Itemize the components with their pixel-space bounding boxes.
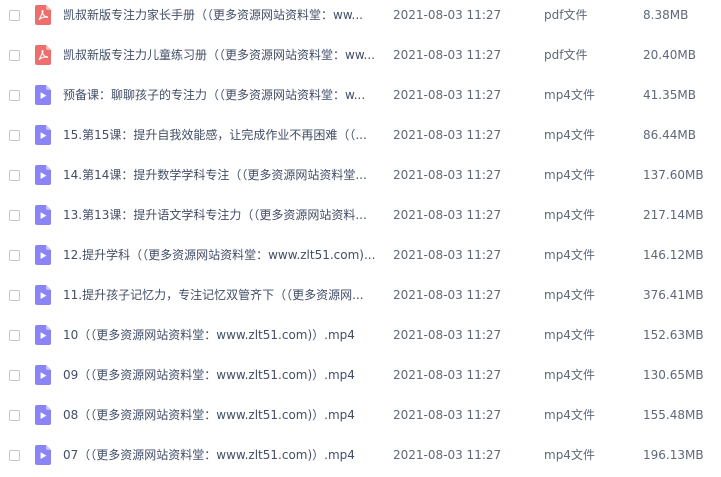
file-row[interactable]: 凯叔新版专注力家长手册（（更多资源网站资料堂：ww... 2021-08-03 … bbox=[0, 0, 721, 37]
video-icon bbox=[35, 245, 51, 265]
file-row[interactable]: 10（（更多资源网站资料堂：www.zlt51.com)）.mp4 2021-0… bbox=[0, 317, 721, 357]
file-type: mp4文件 bbox=[544, 368, 595, 382]
row-checkbox[interactable] bbox=[9, 50, 20, 61]
file-name[interactable]: 09（（更多资源网站资料堂：www.zlt51.com)）.mp4 bbox=[63, 367, 378, 383]
file-date: 2021-08-03 11:27 bbox=[393, 48, 502, 62]
pdf-icon bbox=[35, 5, 51, 25]
row-checkbox[interactable] bbox=[9, 130, 20, 141]
file-size: 376.41MB bbox=[643, 288, 704, 302]
file-name[interactable]: 15.第15课：提升自我效能感，让完成作业不再困难（（... bbox=[63, 127, 378, 143]
video-icon bbox=[35, 325, 51, 345]
file-date: 2021-08-03 11:27 bbox=[393, 448, 502, 462]
file-size: 146.12MB bbox=[643, 248, 704, 262]
row-checkbox[interactable] bbox=[9, 450, 20, 461]
file-date: 2021-08-03 11:27 bbox=[393, 408, 502, 422]
file-name[interactable]: 08（（更多资源网站资料堂：www.zlt51.com)）.mp4 bbox=[63, 407, 378, 423]
file-name[interactable]: 凯叔新版专注力家长手册（（更多资源网站资料堂：ww... bbox=[63, 7, 378, 23]
file-size: 20.40MB bbox=[643, 48, 696, 62]
file-type: mp4文件 bbox=[544, 248, 595, 262]
video-icon bbox=[35, 125, 51, 145]
file-row[interactable]: 11.提升孩子记忆力，专注记忆双管齐下（（更多资源网... 2021-08-03… bbox=[0, 277, 721, 317]
file-size: 217.14MB bbox=[643, 208, 704, 222]
file-date: 2021-08-03 11:27 bbox=[393, 328, 502, 342]
video-icon bbox=[35, 405, 51, 425]
file-list: 凯叔新版专注力家长手册（（更多资源网站资料堂：ww... 2021-08-03 … bbox=[0, 0, 721, 470]
file-date: 2021-08-03 11:27 bbox=[393, 248, 502, 262]
video-icon bbox=[35, 285, 51, 305]
file-size: 155.48MB bbox=[643, 408, 704, 422]
file-type: pdf文件 bbox=[544, 48, 588, 62]
row-checkbox[interactable] bbox=[9, 290, 20, 301]
file-row[interactable]: 凯叔新版专注力儿童练习册（（更多资源网站资料堂：ww... 2021-08-03… bbox=[0, 37, 721, 77]
row-checkbox[interactable] bbox=[9, 330, 20, 341]
file-type: mp4文件 bbox=[544, 448, 595, 462]
row-checkbox[interactable] bbox=[9, 250, 20, 261]
pdf-icon bbox=[35, 45, 51, 65]
file-type: mp4文件 bbox=[544, 208, 595, 222]
video-icon bbox=[35, 205, 51, 225]
file-name[interactable]: 11.提升孩子记忆力，专注记忆双管齐下（（更多资源网... bbox=[63, 287, 378, 303]
file-date: 2021-08-03 11:27 bbox=[393, 128, 502, 142]
row-checkbox[interactable] bbox=[9, 10, 20, 21]
file-row[interactable]: 15.第15课：提升自我效能感，让完成作业不再困难（（... 2021-08-0… bbox=[0, 117, 721, 157]
file-size: 196.13MB bbox=[643, 448, 704, 462]
row-checkbox[interactable] bbox=[9, 90, 20, 101]
file-type: mp4文件 bbox=[544, 128, 595, 142]
file-size: 86.44MB bbox=[643, 128, 696, 142]
file-row[interactable]: 09（（更多资源网站资料堂：www.zlt51.com)）.mp4 2021-0… bbox=[0, 357, 721, 397]
row-checkbox[interactable] bbox=[9, 170, 20, 181]
video-icon bbox=[35, 165, 51, 185]
file-size: 41.35MB bbox=[643, 88, 696, 102]
video-icon bbox=[35, 445, 51, 465]
file-row[interactable]: 12.提升学科（（更多资源网站资料堂：www.zlt51.com)... 202… bbox=[0, 237, 721, 277]
file-row[interactable]: 08（（更多资源网站资料堂：www.zlt51.com)）.mp4 2021-0… bbox=[0, 397, 721, 437]
file-size: 8.38MB bbox=[643, 8, 689, 22]
file-type: mp4文件 bbox=[544, 168, 595, 182]
file-row[interactable]: 14.第14课：提升数学学科专注（（更多资源网站资料堂... 2021-08-0… bbox=[0, 157, 721, 197]
file-name[interactable]: 预备课：聊聊孩子的专注力（（更多资源网站资料堂：w... bbox=[63, 87, 378, 103]
row-checkbox[interactable] bbox=[9, 370, 20, 381]
file-size: 137.60MB bbox=[643, 168, 704, 182]
file-size: 130.65MB bbox=[643, 368, 704, 382]
row-checkbox[interactable] bbox=[9, 410, 20, 421]
file-date: 2021-08-03 11:27 bbox=[393, 168, 502, 182]
file-row[interactable]: 预备课：聊聊孩子的专注力（（更多资源网站资料堂：w... 2021-08-03 … bbox=[0, 77, 721, 117]
file-type: mp4文件 bbox=[544, 88, 595, 102]
file-type: mp4文件 bbox=[544, 408, 595, 422]
file-type: pdf文件 bbox=[544, 8, 588, 22]
file-date: 2021-08-03 11:27 bbox=[393, 368, 502, 382]
file-date: 2021-08-03 11:27 bbox=[393, 208, 502, 222]
file-name[interactable]: 凯叔新版专注力儿童练习册（（更多资源网站资料堂：ww... bbox=[63, 47, 378, 63]
file-date: 2021-08-03 11:27 bbox=[393, 288, 502, 302]
file-size: 152.63MB bbox=[643, 328, 704, 342]
video-icon bbox=[35, 365, 51, 385]
file-name[interactable]: 07（（更多资源网站资料堂：www.zlt51.com)）.mp4 bbox=[63, 447, 378, 463]
file-type: mp4文件 bbox=[544, 288, 595, 302]
file-date: 2021-08-03 11:27 bbox=[393, 8, 502, 22]
file-name[interactable]: 12.提升学科（（更多资源网站资料堂：www.zlt51.com)... bbox=[63, 247, 378, 263]
file-type: mp4文件 bbox=[544, 328, 595, 342]
file-name[interactable]: 13.第13课：提升语文学科专注力（（更多资源网站资料... bbox=[63, 207, 378, 223]
file-row[interactable]: 07（（更多资源网站资料堂：www.zlt51.com)）.mp4 2021-0… bbox=[0, 437, 721, 477]
file-name[interactable]: 14.第14课：提升数学学科专注（（更多资源网站资料堂... bbox=[63, 167, 378, 183]
file-row[interactable]: 13.第13课：提升语文学科专注力（（更多资源网站资料... 2021-08-0… bbox=[0, 197, 721, 237]
video-icon bbox=[35, 85, 51, 105]
row-checkbox[interactable] bbox=[9, 210, 20, 221]
file-date: 2021-08-03 11:27 bbox=[393, 88, 502, 102]
file-name[interactable]: 10（（更多资源网站资料堂：www.zlt51.com)）.mp4 bbox=[63, 327, 378, 343]
